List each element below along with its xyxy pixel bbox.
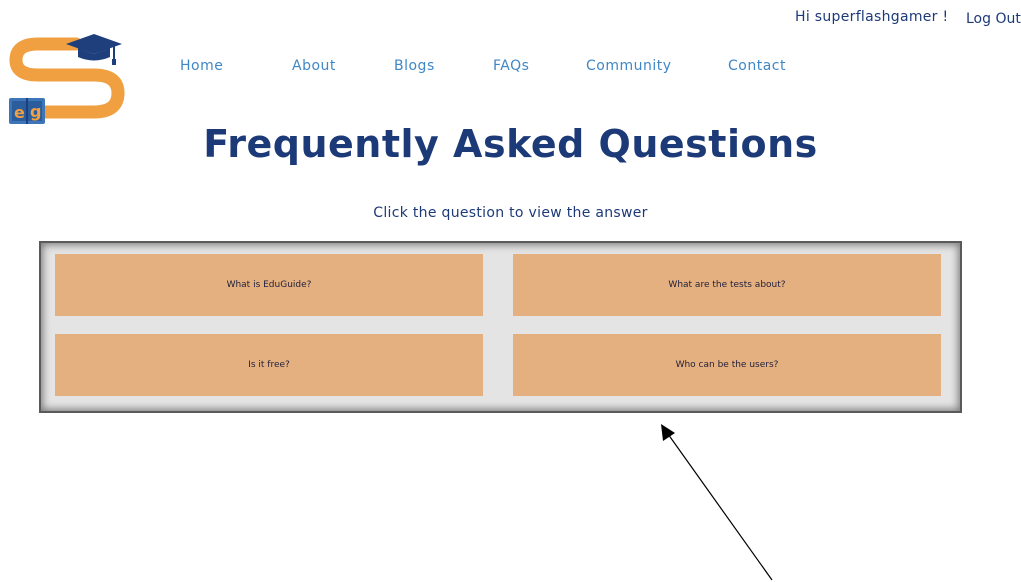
- svg-text:g: g: [30, 102, 41, 121]
- page-subtitle: Click the question to view the answer: [373, 205, 648, 221]
- svg-text:e: e: [14, 103, 25, 122]
- eduguide-logo[interactable]: e g: [6, 30, 126, 130]
- faq-panel: What is EduGuide? What are the tests abo…: [39, 241, 962, 413]
- faq-question-what-is-eduguide[interactable]: What is EduGuide?: [55, 254, 483, 316]
- user-greeting: Hi superflashgamer !: [795, 9, 949, 25]
- logo-icon: e g: [9, 34, 125, 124]
- faq-question-is-it-free[interactable]: Is it free?: [55, 334, 483, 396]
- faq-question-tests-about[interactable]: What are the tests about?: [513, 254, 941, 316]
- main-nav: Home About Blogs FAQs Community Contact: [0, 58, 1021, 78]
- nav-item-about[interactable]: About: [292, 58, 336, 74]
- nav-item-faqs[interactable]: FAQs: [493, 58, 529, 74]
- nav-item-blogs[interactable]: Blogs: [394, 58, 435, 74]
- logout-link[interactable]: Log Out: [966, 11, 1021, 27]
- faq-question-who-users[interactable]: Who can be the users?: [513, 334, 941, 396]
- nav-item-contact[interactable]: Contact: [728, 58, 786, 74]
- page-title: Frequently Asked Questions: [203, 122, 818, 166]
- nav-item-home[interactable]: Home: [180, 58, 223, 74]
- nav-item-community[interactable]: Community: [586, 58, 672, 74]
